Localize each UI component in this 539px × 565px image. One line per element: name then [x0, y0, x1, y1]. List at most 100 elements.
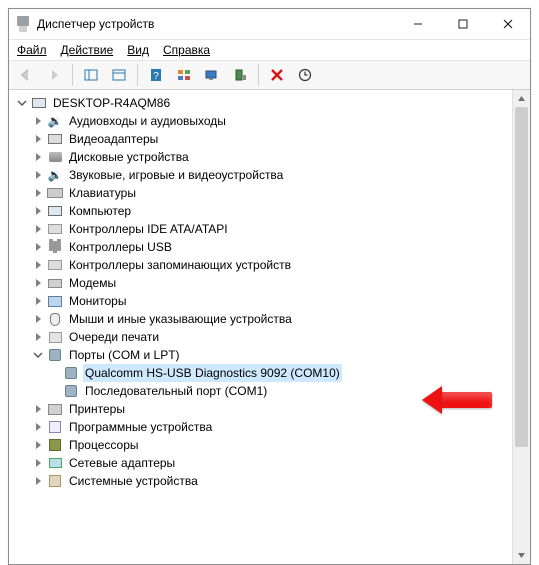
- computer-icon: [47, 203, 63, 219]
- print-queue-icon: [47, 329, 63, 345]
- nav-forward-button: [41, 63, 67, 87]
- tree-spacer: [47, 364, 61, 382]
- chevron-right-icon[interactable]: [31, 292, 45, 310]
- tree-item-label-selected: Qualcomm HS-USB Diagnostics 9092 (COM10): [83, 364, 342, 382]
- tree-item-label: Очереди печати: [67, 328, 161, 346]
- close-button[interactable]: [485, 9, 530, 39]
- toolbar-separator: [137, 64, 138, 86]
- mouse-icon: [47, 311, 63, 327]
- menu-help[interactable]: Справка: [163, 43, 210, 57]
- menu-view[interactable]: Вид: [127, 43, 149, 57]
- tree-item-label: Последовательный порт (COM1): [83, 382, 269, 400]
- tree-item[interactable]: Контроллеры IDE ATA/ATAPI: [15, 220, 530, 238]
- tree-item-label: Звуковые, игровые и видеоустройства: [67, 166, 285, 184]
- update-driver-button[interactable]: [199, 63, 225, 87]
- display-adapter-icon: [47, 131, 63, 147]
- tree-item[interactable]: Процессоры: [15, 436, 530, 454]
- chevron-right-icon[interactable]: [31, 418, 45, 436]
- scan-hardware-button[interactable]: [292, 63, 318, 87]
- chevron-right-icon[interactable]: [31, 238, 45, 256]
- tree-item-label: Процессоры: [67, 436, 141, 454]
- minimize-button[interactable]: [395, 9, 440, 39]
- tree-item-label: Видеоадаптеры: [67, 130, 160, 148]
- scroll-thumb[interactable]: [515, 107, 528, 447]
- tree-item[interactable]: Мониторы: [15, 292, 530, 310]
- chevron-down-icon[interactable]: [15, 94, 29, 112]
- tree-item[interactable]: Программные устройства: [15, 418, 530, 436]
- tree-item[interactable]: Звуковые, игровые и видеоустройства: [15, 166, 530, 184]
- chevron-right-icon[interactable]: [31, 220, 45, 238]
- nav-back-button: [13, 63, 39, 87]
- menubar: Файл Действие Вид Справка: [9, 40, 530, 61]
- device-tree[interactable]: DESKTOP-R4AQM86 Аудиовходы и аудиовыходы…: [9, 90, 530, 494]
- tree-item-port-child[interactable]: Qualcomm HS-USB Diagnostics 9092 (COM10): [15, 364, 530, 382]
- tree-item[interactable]: Принтеры: [15, 400, 530, 418]
- chevron-right-icon[interactable]: [31, 400, 45, 418]
- view-resources-button[interactable]: [171, 63, 197, 87]
- device-tree-panel: DESKTOP-R4AQM86 Аудиовходы и аудиовыходы…: [9, 90, 530, 564]
- tree-item[interactable]: Контроллеры запоминающих устройств: [15, 256, 530, 274]
- properties-button[interactable]: [106, 63, 132, 87]
- tree-item-label: Порты (COM и LPT): [67, 346, 182, 364]
- monitor-icon: [47, 293, 63, 309]
- tree-item[interactable]: Модемы: [15, 274, 530, 292]
- tree-item-label: Модемы: [67, 274, 118, 292]
- tree-item[interactable]: Дисковые устройства: [15, 148, 530, 166]
- modem-icon: [47, 275, 63, 291]
- audio-icon: [47, 113, 63, 129]
- tree-item-label: Мониторы: [67, 292, 128, 310]
- tree-root[interactable]: DESKTOP-R4AQM86: [15, 94, 530, 112]
- chevron-right-icon[interactable]: [31, 310, 45, 328]
- chevron-right-icon[interactable]: [31, 112, 45, 130]
- tree-item[interactable]: Контроллеры USB: [15, 238, 530, 256]
- chevron-right-icon[interactable]: [31, 256, 45, 274]
- maximize-button[interactable]: [440, 9, 485, 39]
- uninstall-device-button[interactable]: [227, 63, 253, 87]
- scroll-up-button[interactable]: [513, 90, 530, 107]
- help-button[interactable]: ?: [143, 63, 169, 87]
- menu-action[interactable]: Действие: [61, 43, 114, 57]
- software-device-icon: [47, 419, 63, 435]
- chevron-right-icon[interactable]: [31, 454, 45, 472]
- tree-item-label: Клавиатуры: [67, 184, 138, 202]
- tree-item[interactable]: Аудиовходы и аудиовыходы: [15, 112, 530, 130]
- tree-item-label: Программные устройства: [67, 418, 214, 436]
- tree-item-ports[interactable]: Порты (COM и LPT): [15, 346, 530, 364]
- network-adapter-icon: [47, 455, 63, 471]
- chevron-right-icon[interactable]: [31, 148, 45, 166]
- tree-item[interactable]: Видеоадаптеры: [15, 130, 530, 148]
- tree-item-label: Компьютер: [67, 202, 133, 220]
- menu-file[interactable]: Файл: [17, 43, 47, 57]
- chevron-right-icon[interactable]: [31, 436, 45, 454]
- tree-item-label: Контроллеры запоминающих устройств: [67, 256, 293, 274]
- window-title: Диспетчер устройств: [37, 17, 154, 31]
- tree-item[interactable]: Очереди печати: [15, 328, 530, 346]
- disable-device-button[interactable]: [264, 63, 290, 87]
- toolbar-separator: [258, 64, 259, 86]
- chevron-right-icon[interactable]: [31, 184, 45, 202]
- chevron-right-icon[interactable]: [31, 130, 45, 148]
- tree-item[interactable]: Сетевые адаптеры: [15, 454, 530, 472]
- root-label: DESKTOP-R4AQM86: [51, 94, 172, 112]
- tree-item[interactable]: Клавиатуры: [15, 184, 530, 202]
- scroll-down-button[interactable]: [513, 547, 530, 564]
- chevron-right-icon[interactable]: [31, 328, 45, 346]
- chevron-right-icon[interactable]: [31, 166, 45, 184]
- app-icon: [15, 16, 31, 32]
- vertical-scrollbar[interactable]: [512, 90, 530, 564]
- tree-item-port-child[interactable]: Последовательный порт (COM1): [15, 382, 530, 400]
- show-hidden-button[interactable]: [78, 63, 104, 87]
- chevron-right-icon[interactable]: [31, 202, 45, 220]
- tree-item[interactable]: Системные устройства: [15, 472, 530, 490]
- disk-icon: [47, 149, 63, 165]
- chevron-right-icon[interactable]: [31, 472, 45, 490]
- computer-icon: [31, 95, 47, 111]
- tree-item[interactable]: Мыши и иные указывающие устройства: [15, 310, 530, 328]
- tree-item[interactable]: Компьютер: [15, 202, 530, 220]
- tree-item-label: Системные устройства: [67, 472, 200, 490]
- tree-item-label: Аудиовходы и аудиовыходы: [67, 112, 228, 130]
- chevron-down-icon[interactable]: [31, 346, 45, 364]
- chevron-right-icon[interactable]: [31, 274, 45, 292]
- tree-spacer: [47, 382, 61, 400]
- svg-text:?: ?: [153, 71, 159, 82]
